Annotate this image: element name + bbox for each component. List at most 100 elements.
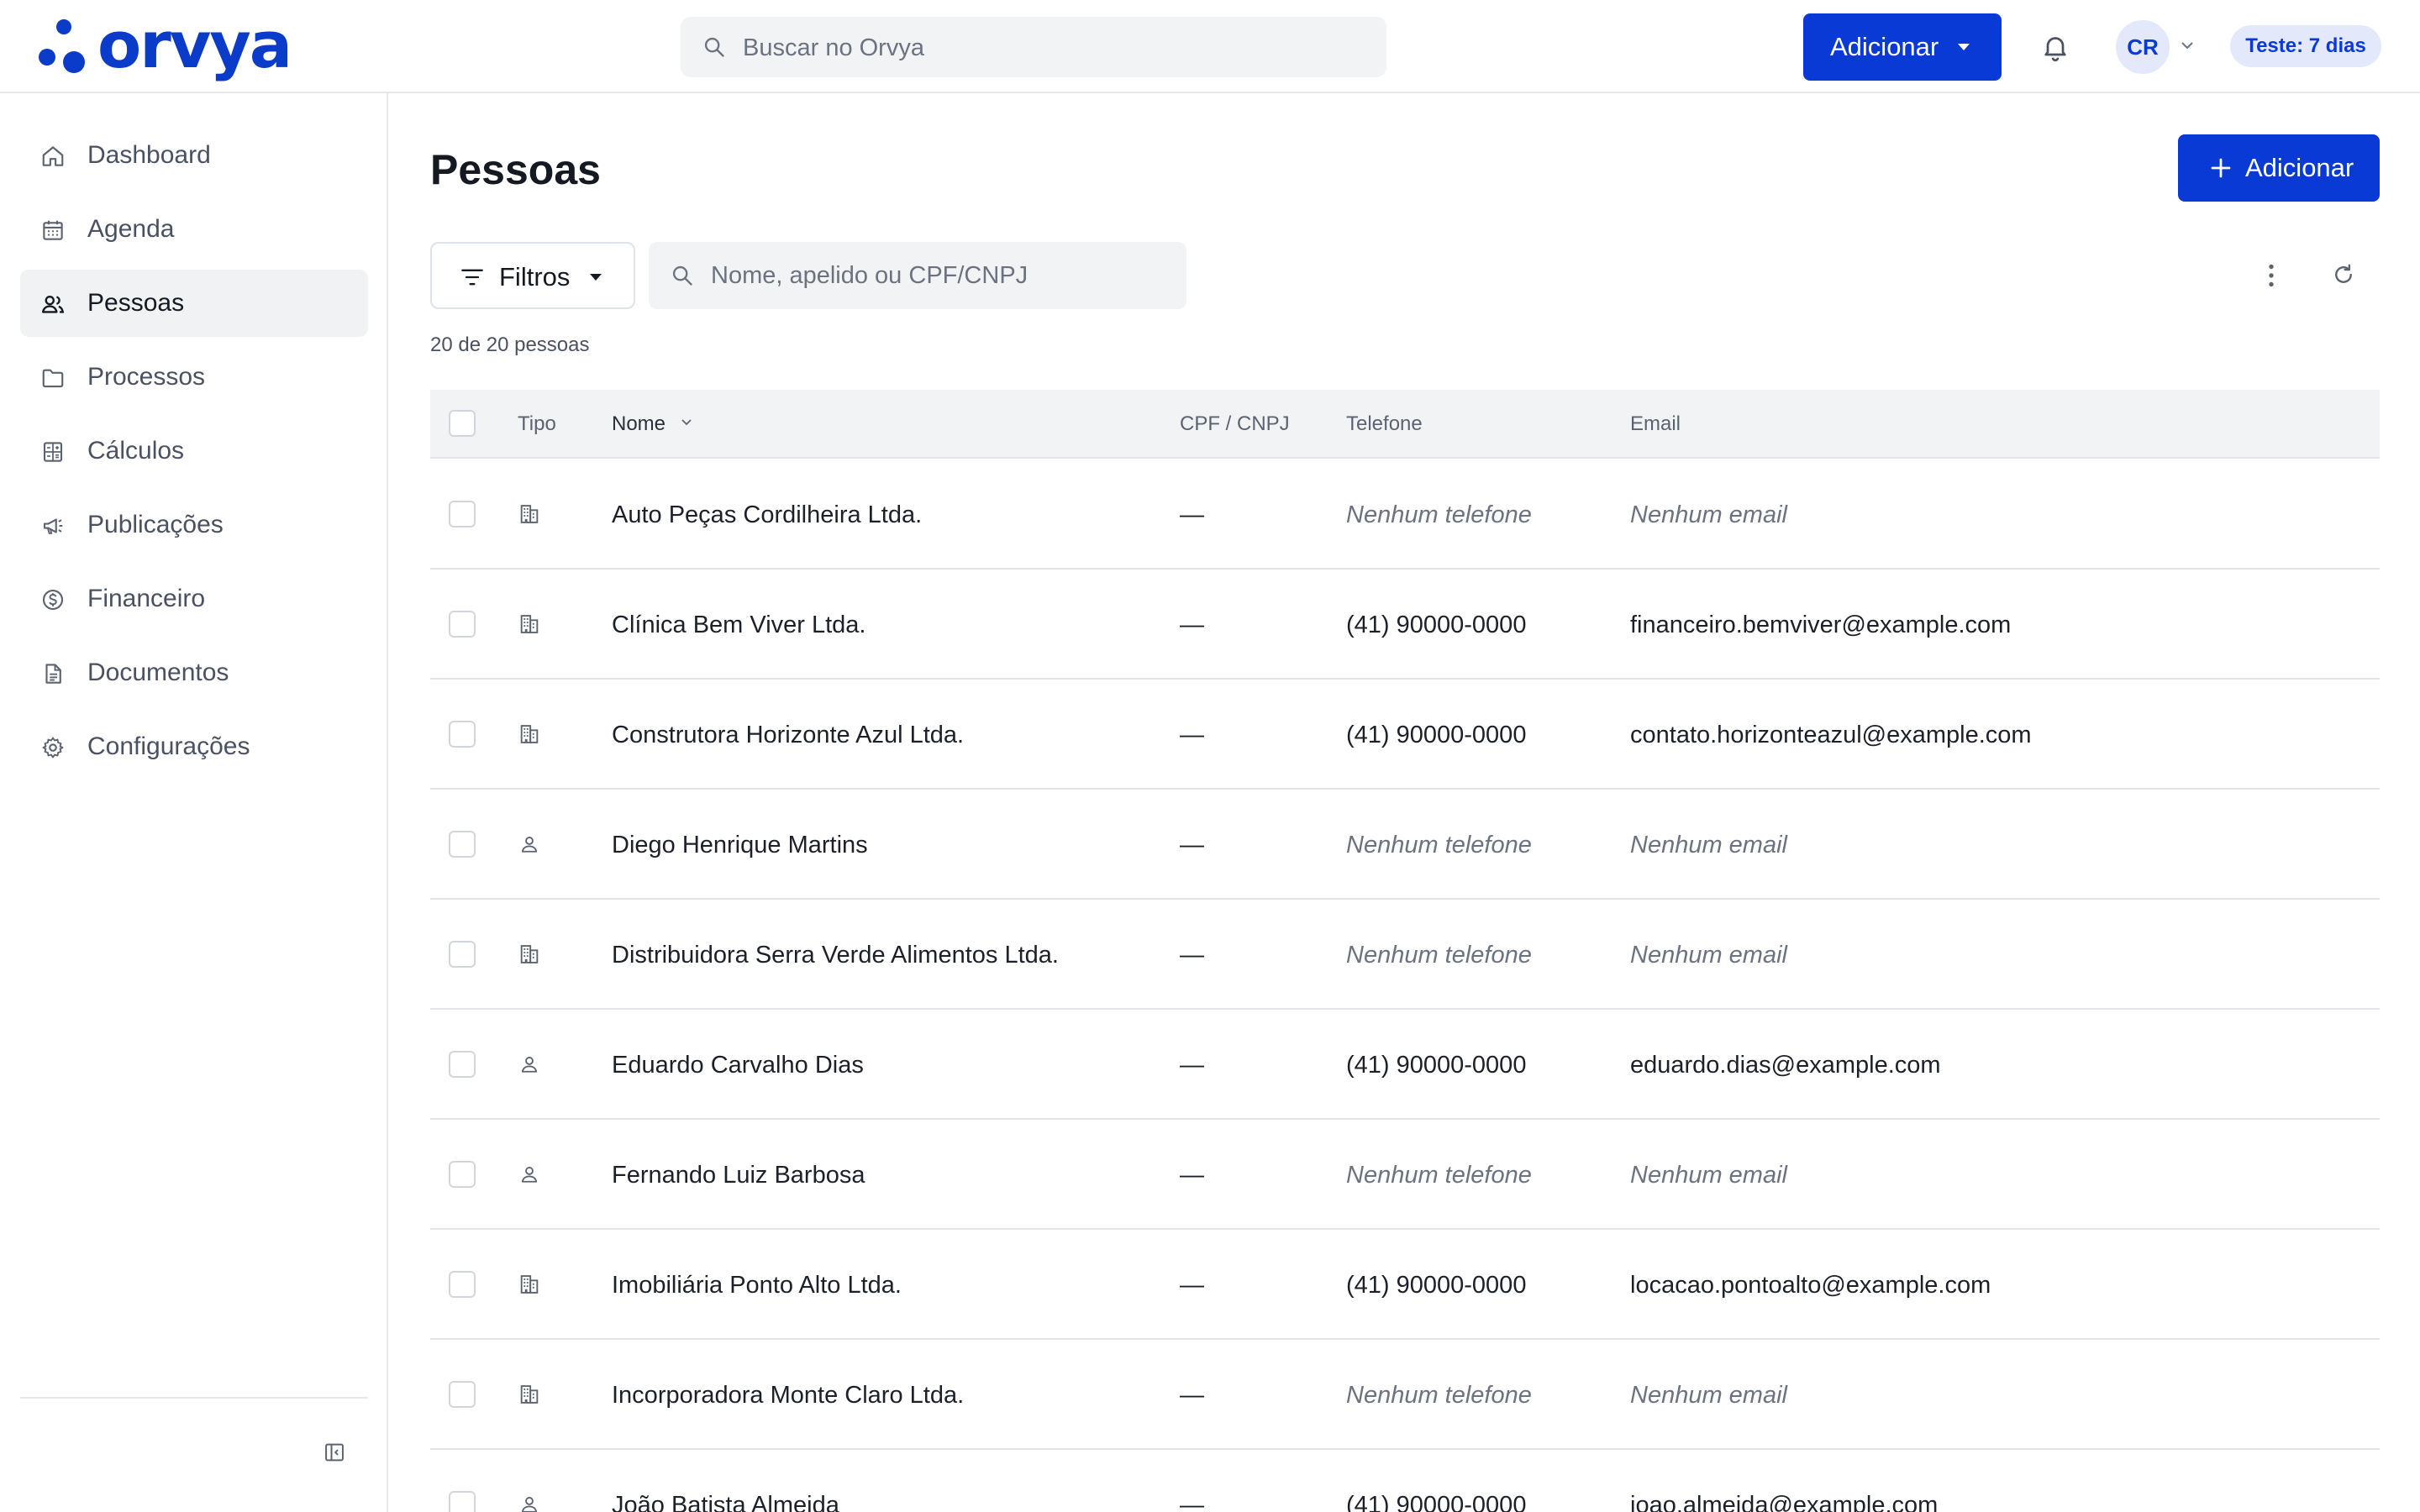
cell-nome[interactable]: Eduardo Carvalho Dias [612, 1051, 864, 1079]
sidebar-collapse-icon[interactable] [323, 1441, 346, 1464]
cell-nome[interactable]: Distribuidora Serra Verde Alimentos Ltda… [612, 941, 1059, 969]
cell-nome[interactable]: Diego Henrique Martins [612, 831, 868, 859]
row-checkbox[interactable] [449, 1051, 476, 1078]
cell-nome[interactable]: Fernando Luiz Barbosa [612, 1161, 865, 1189]
sidebar-item-label: Documentos [87, 659, 229, 686]
sidebar-item-publicacoes[interactable]: Publicações [20, 491, 368, 559]
sidebar-item-calculos[interactable]: Cálculos [20, 417, 368, 485]
filters-button[interactable]: Filtros [430, 242, 635, 309]
sidebar-item-label: Pessoas [87, 289, 185, 317]
row-checkbox[interactable] [449, 721, 476, 748]
calendar-icon [43, 220, 63, 240]
cell-cpf: — [1180, 1492, 1204, 1512]
cell-email: Nenhum email [1630, 832, 1787, 858]
cell-telefone: (41) 90000-0000 [1346, 722, 1527, 748]
building-icon [520, 1385, 539, 1404]
chevron-down-icon[interactable] [2180, 40, 2195, 50]
person-icon [521, 1497, 538, 1512]
trial-badge[interactable]: Teste: 7 dias [2230, 25, 2381, 67]
cell-telefone: Nenhum telefone [1346, 1162, 1532, 1189]
row-checkbox[interactable] [449, 941, 476, 968]
sidebar-item-label: Configurações [87, 732, 250, 760]
cell-cpf: — [1180, 1162, 1204, 1189]
filter-icon [461, 269, 483, 286]
cell-email: Nenhum email [1630, 942, 1787, 969]
row-checkbox[interactable] [449, 501, 476, 528]
cell-cpf: — [1180, 832, 1204, 858]
global-search-input[interactable]: Buscar no Orvya [681, 17, 1386, 77]
user-avatar[interactable]: CR [2116, 20, 2170, 74]
sidebar-item-processos[interactable]: Processos [20, 344, 368, 411]
sidebar: Dashboard Agenda Pessoas Processos Cálcu… [0, 93, 388, 1512]
add-person-button[interactable]: Adicionar [2178, 134, 2380, 202]
refresh-icon[interactable] [2331, 262, 2356, 287]
caret-down-icon [590, 274, 602, 281]
row-checkbox[interactable] [449, 611, 476, 638]
sidebar-item-documentos[interactable]: Documentos [20, 639, 368, 706]
sidebar-item-configuracoes[interactable]: Configurações [20, 713, 368, 780]
table-row[interactable]: Imobiliária Ponto Alto Ltda. — (41) 90000-… [430, 1231, 2380, 1340]
search-icon [704, 37, 724, 57]
more-options-icon[interactable] [2259, 260, 2284, 291]
results-count: 20 de 20 pessoas [430, 333, 590, 356]
table-row[interactable]: Clínica Bem Viver Ltda. — (41) 90000-0000 f… [430, 570, 2380, 680]
gear-icon [42, 737, 64, 759]
column-header-telefone: Telefone [1346, 412, 1423, 435]
row-checkbox[interactable] [449, 831, 476, 858]
search-icon [672, 265, 692, 286]
cell-nome[interactable]: João Batista Almeida [612, 1491, 839, 1512]
building-icon [520, 1275, 539, 1294]
cell-cpf: — [1180, 501, 1204, 528]
table-row[interactable]: Construtora Horizonte Azul Ltda. — (41) 90… [430, 680, 2380, 790]
cell-nome[interactable]: Auto Peças Cordilheira Ltda. [612, 501, 922, 529]
row-checkbox[interactable] [449, 1491, 476, 1512]
sidebar-item-label: Publicações [87, 511, 224, 538]
row-checkbox[interactable] [449, 1161, 476, 1188]
bell-icon[interactable] [2040, 32, 2070, 62]
cell-email: Nenhum email [1630, 1382, 1787, 1409]
column-header-cpf: CPF / CNPJ [1180, 412, 1290, 435]
person-icon [521, 837, 538, 853]
table-row[interactable]: Fernando Luiz Barbosa — Nenhum telefone Nen… [430, 1121, 2380, 1230]
top-header: orvya Buscar no Orvya Adicionar CR Teste… [0, 0, 2420, 93]
table-row[interactable]: Auto Peças Cordilheira Ltda. — Nenhum tele… [430, 460, 2380, 570]
plus-icon [2211, 158, 2231, 178]
person-icon [521, 1057, 538, 1073]
sort-chevron-down-icon[interactable] [681, 418, 692, 427]
row-checkbox[interactable] [449, 1271, 476, 1298]
table-row[interactable]: Incorporadora Monte Claro Ltda. — Nenhum t… [430, 1341, 2380, 1450]
select-all-checkbox[interactable] [449, 410, 476, 437]
table-row[interactable]: Diego Henrique Martins — Nenhum telefone Ne… [430, 790, 2380, 900]
cell-email: financeiro.bemviver@example.com [1630, 612, 2012, 638]
caret-down-icon [1958, 44, 1970, 50]
logo-dots-icon [39, 19, 85, 73]
cell-nome[interactable]: Incorporadora Monte Claro Ltda. [612, 1381, 964, 1410]
add-dropdown-button[interactable]: Adicionar [1803, 13, 2002, 81]
cell-telefone: (41) 90000-0000 [1346, 612, 1527, 638]
table-header: Tipo Nome CPF / CNPJ Telefone Email [430, 390, 2380, 459]
cell-telefone: Nenhum telefone [1346, 942, 1532, 969]
global-search-placeholder: Buscar no Orvya [743, 34, 924, 61]
cell-nome[interactable]: Construtora Horizonte Azul Ltda. [612, 721, 964, 749]
orvya-logo[interactable]: orvya [39, 12, 292, 79]
sidebar-item-financeiro[interactable]: Financeiro [20, 565, 368, 633]
cell-email: eduardo.dias@example.com [1630, 1052, 1941, 1079]
column-header-email: Email [1630, 412, 1681, 435]
sidebar-item-pessoas[interactable]: Pessoas [20, 270, 368, 337]
cell-nome[interactable]: Clínica Bem Viver Ltda. [612, 611, 866, 639]
cell-cpf: — [1180, 1052, 1204, 1079]
table-row[interactable]: Distribuidora Serra Verde Alimentos Ltda… [430, 900, 2380, 1010]
cell-telefone: Nenhum telefone [1346, 832, 1532, 858]
cell-cpf: — [1180, 1272, 1204, 1299]
sidebar-item-agenda[interactable]: Agenda [20, 196, 368, 263]
people-search-input[interactable]: Nome, apelido ou CPF/CNPJ [649, 242, 1186, 309]
column-header-nome[interactable]: Nome [612, 412, 666, 437]
row-checkbox[interactable] [449, 1381, 476, 1408]
cell-nome[interactable]: Imobiliária Ponto Alto Ltda. [612, 1271, 902, 1299]
table-row[interactable]: João Batista Almeida — (41) 90000-0000 joao… [430, 1451, 2380, 1512]
users-icon [41, 295, 65, 313]
add-dropdown-label: Adicionar [1830, 32, 1939, 61]
table-row[interactable]: Eduardo Carvalho Dias — (41) 90000-0000 edu… [430, 1011, 2380, 1120]
sidebar-item-dashboard[interactable]: Dashboard [20, 122, 368, 189]
folder-icon [42, 369, 64, 388]
